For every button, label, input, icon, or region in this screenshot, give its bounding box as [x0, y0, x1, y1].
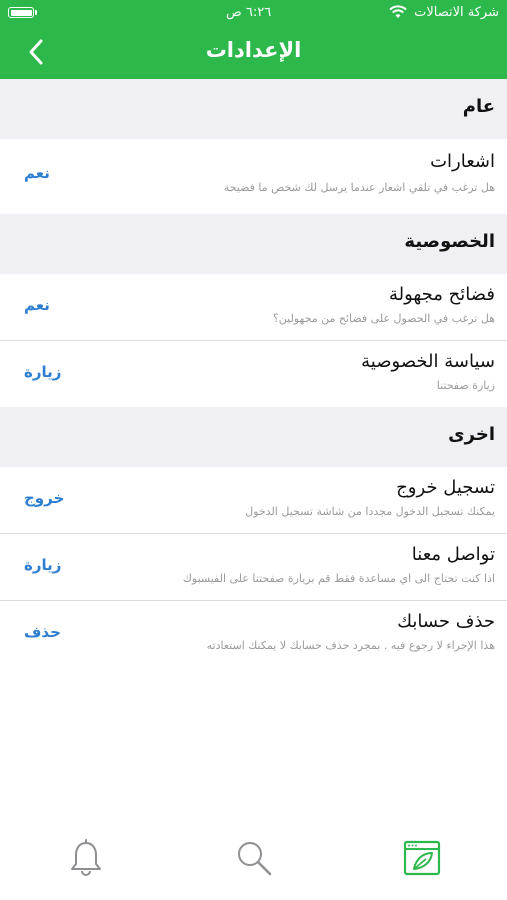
tab-bar [0, 824, 507, 900]
settings-list: عام اشعارات هل ترغب في تلقي اشعار عندما … [0, 79, 507, 667]
carrier-name: شركة الاتصالات [414, 5, 499, 20]
feed-browser-icon [403, 840, 441, 876]
setting-title: سياسة الخصوصية [361, 351, 495, 372]
section-header-general: عام [0, 79, 507, 139]
tab-notifications[interactable] [66, 838, 106, 878]
search-icon [238, 842, 272, 876]
status-bar: ٦:٢٦ ص شركة الاتصالات [0, 0, 507, 26]
privacy-visit-button[interactable]: زيارة [24, 363, 61, 381]
tab-search[interactable] [234, 838, 274, 878]
setting-subtitle: هل ترغب في تلقي اشعار عندما يرسل لك شخص … [223, 181, 495, 194]
setting-row-logout[interactable]: تسجيل خروج يمكنك تسجيل الدخول مجددا من ش… [0, 467, 507, 534]
setting-subtitle: يمكنك تسجيل الدخول مجددا من شاشة تسجيل ا… [245, 505, 495, 518]
page-title: الإعدادات [205, 38, 302, 62]
section-header-privacy: الخصوصية [0, 214, 507, 274]
setting-row-notifications[interactable]: اشعارات هل ترغب في تلقي اشعار عندما يرسل… [0, 139, 507, 214]
notifications-toggle-button[interactable]: نعم [24, 164, 50, 182]
setting-subtitle: هذا الإجراء لا رجوع فيه . بمجرد حذف حساب… [206, 639, 495, 652]
setting-row-delete-account[interactable]: حذف حسابك هذا الإجراء لا رجوع فيه . بمجر… [0, 601, 507, 667]
setting-subtitle: هل ترغب في الحصول على فضائح من مجهولين؟ [272, 312, 495, 325]
setting-row-privacy-policy[interactable]: سياسة الخصوصية زيارة صفحتنا زيارة [0, 341, 507, 407]
battery-tip [35, 10, 37, 15]
setting-subtitle: زيارة صفحتنا [436, 379, 495, 392]
setting-title: تواصل معنا [411, 544, 495, 565]
navigation-bar: الإعدادات [0, 26, 507, 79]
setting-title: تسجيل خروج [396, 477, 495, 498]
setting-subtitle: اذا كنت تحتاج الى اي مساعدة فقط قم بزيار… [182, 572, 495, 585]
tab-feed[interactable] [402, 838, 442, 878]
wifi-icon [389, 5, 407, 18]
delete-account-button[interactable]: حذف [24, 623, 61, 641]
contact-visit-button[interactable]: زيارة [24, 556, 61, 574]
setting-row-anonymous[interactable]: فضائح مجهولة هل ترغب في الحصول على فضائح… [0, 274, 507, 341]
section-title: الخصوصية [404, 231, 495, 252]
section-header-other: اخرى [0, 407, 507, 467]
setting-title: اشعارات [430, 151, 495, 172]
section-title: اخرى [448, 424, 495, 445]
setting-title: حذف حسابك [397, 611, 495, 632]
anonymous-toggle-button[interactable]: نعم [24, 296, 50, 314]
setting-title: فضائح مجهولة [388, 284, 495, 305]
section-title: عام [462, 96, 495, 117]
status-time: ٦:٢٦ ص [226, 5, 272, 20]
battery-icon [8, 7, 34, 18]
logout-button[interactable]: خروج [24, 489, 64, 507]
bell-icon [71, 839, 101, 876]
setting-row-contact[interactable]: تواصل معنا اذا كنت تحتاج الى اي مساعدة ف… [0, 534, 507, 601]
